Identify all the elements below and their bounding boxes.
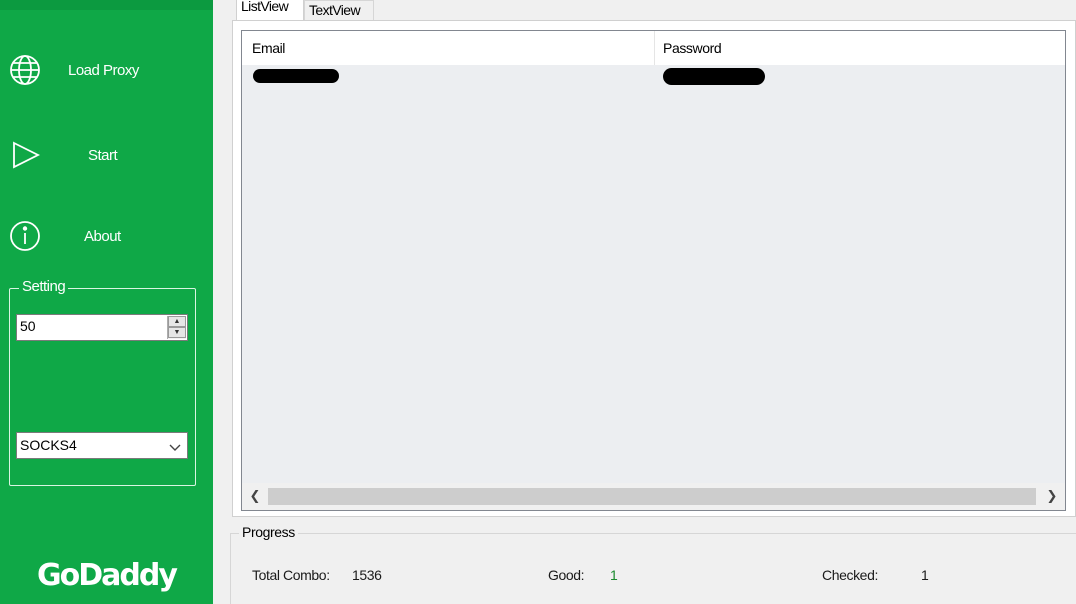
- horizontal-scrollbar[interactable]: ❮ ❯: [242, 483, 1065, 510]
- listview-header: Email Password: [242, 31, 1065, 65]
- checked-value: 1: [921, 567, 929, 583]
- setting-legend: Setting: [19, 278, 69, 295]
- info-icon: [9, 220, 41, 252]
- threads-spinner: ▲ ▼: [167, 316, 186, 339]
- good-value: 1: [610, 567, 618, 583]
- sidebar-top-strip: [0, 0, 213, 10]
- about-button[interactable]: About: [0, 212, 213, 260]
- threads-numeric-input[interactable]: 50 ▲ ▼: [16, 314, 188, 341]
- tab-listview[interactable]: ListView: [236, 0, 304, 20]
- proxy-type-value: SOCKS4: [20, 437, 77, 453]
- setting-group: Setting 50 ▲ ▼ SOCKS4: [9, 278, 196, 486]
- total-combo-value: 1536: [352, 567, 382, 583]
- godaddy-logo: GoDaddy: [37, 558, 178, 593]
- chevron-down-icon[interactable]: [169, 440, 181, 452]
- column-header-email[interactable]: Email: [242, 31, 655, 65]
- start-button[interactable]: Start: [0, 131, 213, 179]
- scroll-right-icon[interactable]: ❯: [1043, 487, 1061, 505]
- threads-value: 50: [20, 318, 36, 334]
- sidebar: Load Proxy Start About Setting 50 ▲ ▼ SO…: [0, 0, 213, 604]
- proxy-type-select[interactable]: SOCKS4: [16, 432, 188, 459]
- spin-down-button[interactable]: ▼: [168, 327, 186, 338]
- checked-label: Checked:: [822, 567, 878, 583]
- load-proxy-button[interactable]: Load Proxy: [0, 46, 213, 94]
- scrollbar-thumb[interactable]: [268, 488, 1036, 505]
- column-header-password[interactable]: Password: [655, 31, 1065, 65]
- start-label: Start: [88, 146, 118, 164]
- tab-textview[interactable]: TextView: [304, 0, 374, 20]
- progress-legend: Progress: [239, 524, 298, 540]
- table-row[interactable]: [242, 65, 1065, 85]
- results-listview[interactable]: Email Password ❮ ❯: [241, 30, 1066, 511]
- total-combo-label: Total Combo:: [252, 567, 330, 583]
- load-proxy-label: Load Proxy: [68, 61, 139, 79]
- scroll-left-icon[interactable]: ❮: [246, 487, 264, 505]
- play-icon: [9, 139, 41, 171]
- spin-up-button[interactable]: ▲: [168, 316, 186, 327]
- good-label: Good:: [548, 567, 585, 583]
- globe-icon: [9, 54, 41, 86]
- redacted-password: [663, 68, 765, 85]
- about-label: About: [84, 227, 121, 245]
- redacted-email: [253, 69, 339, 83]
